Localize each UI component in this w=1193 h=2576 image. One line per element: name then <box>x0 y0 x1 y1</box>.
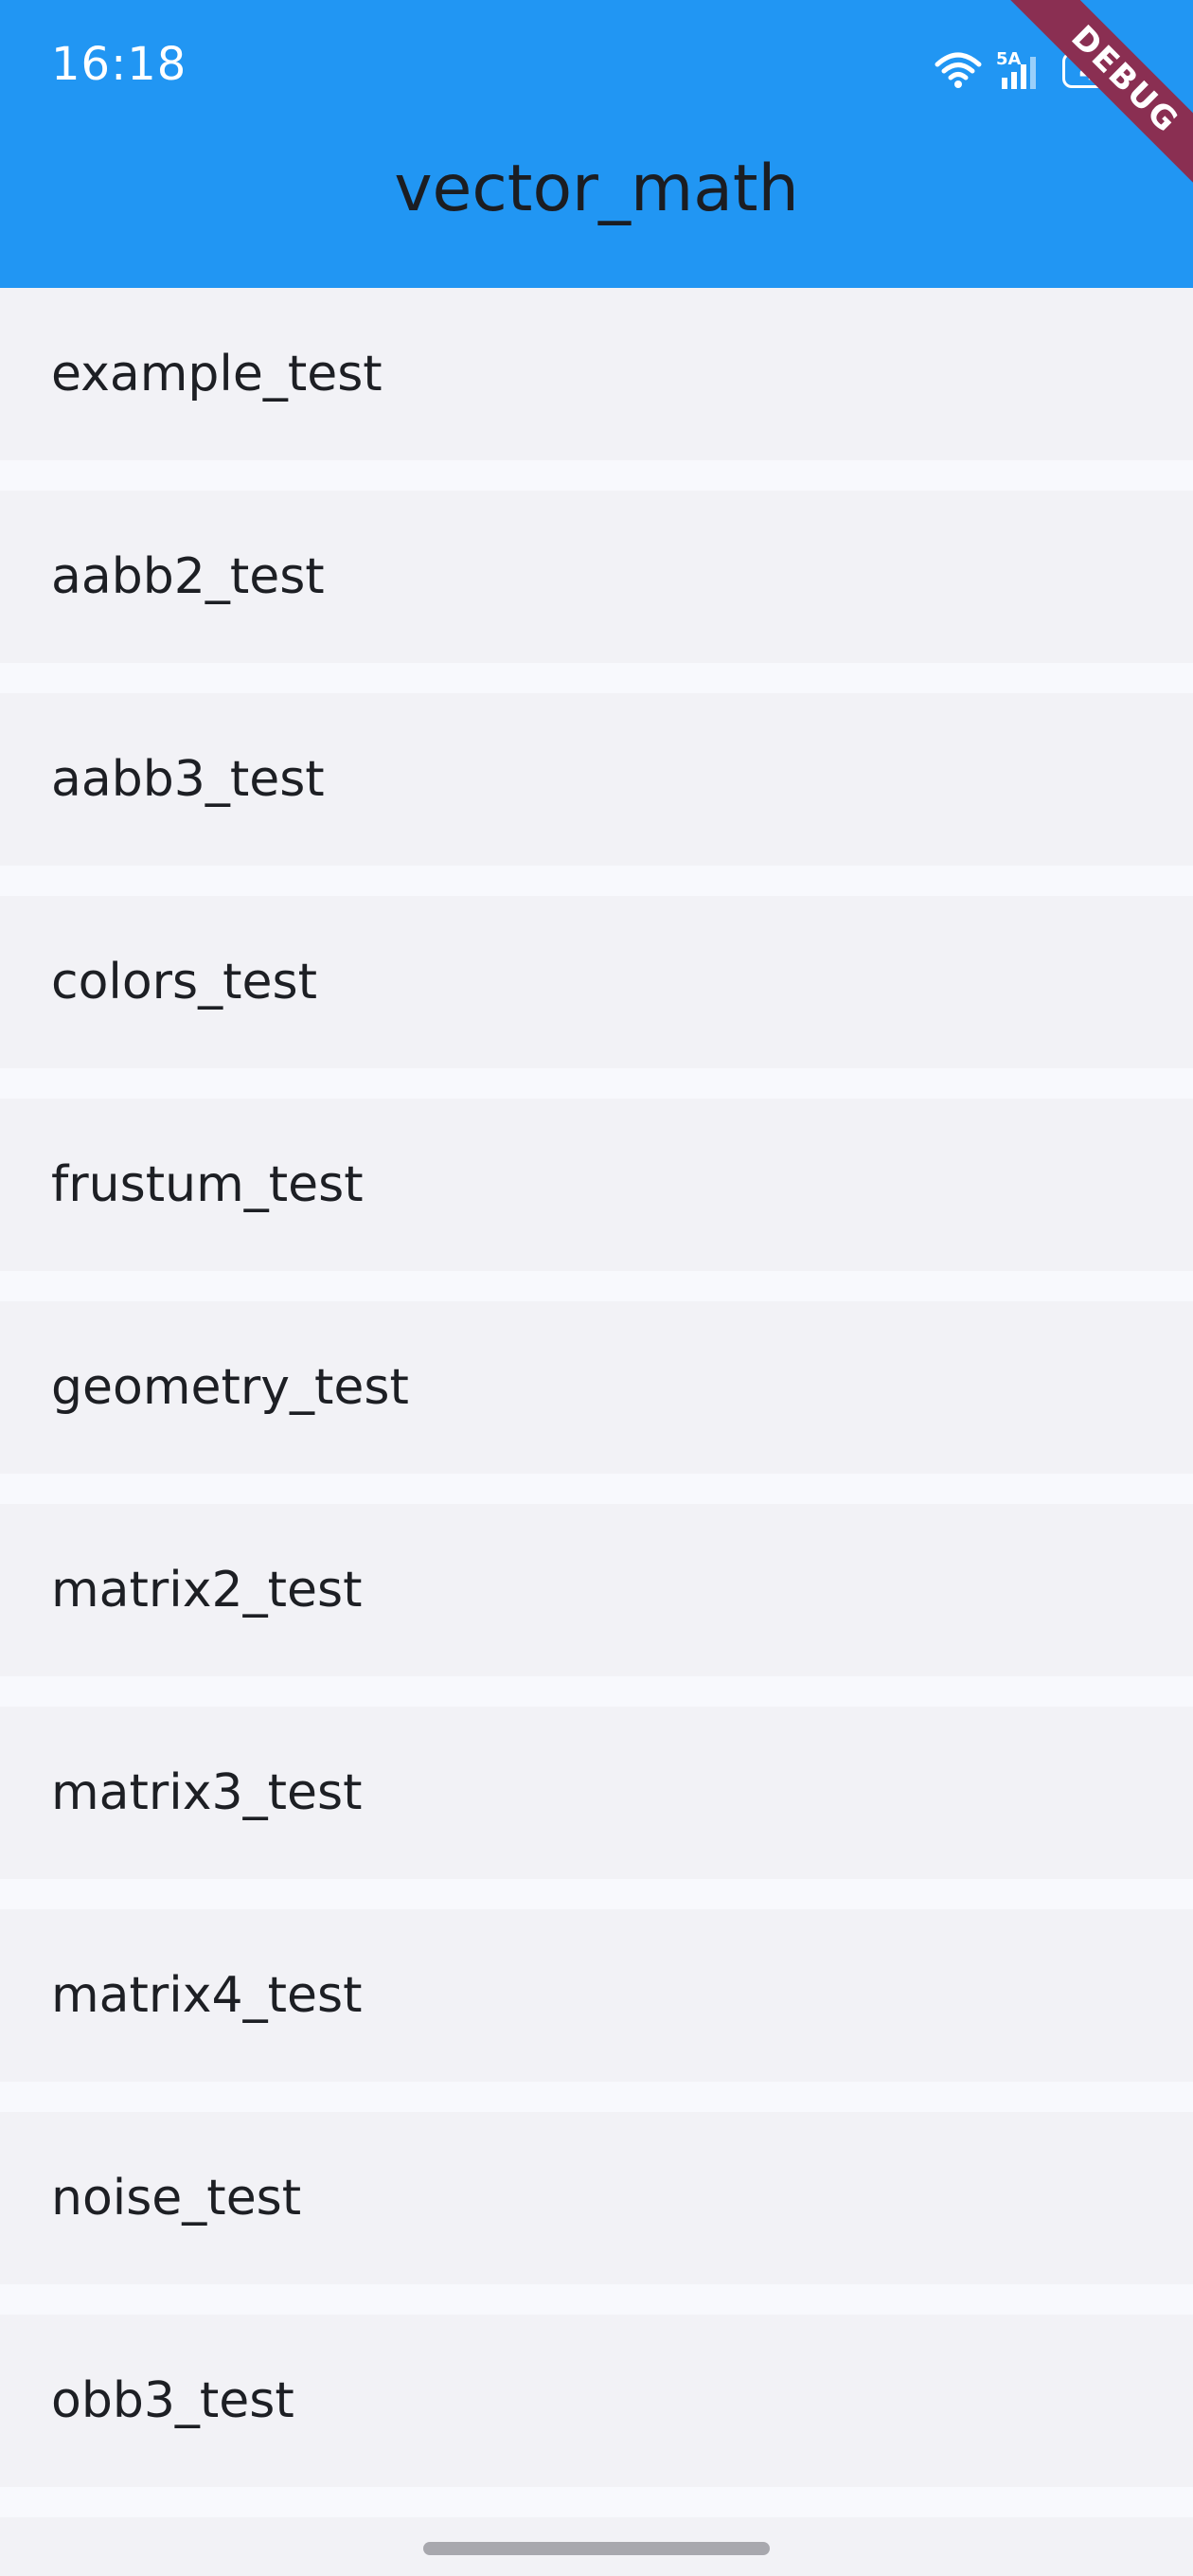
list-item-label: matrix3_test <box>51 1764 363 1821</box>
list-item-label: matrix2_test <box>51 1562 363 1619</box>
list-item-matrix4-test[interactable]: matrix4_test <box>0 1909 1193 2082</box>
list-item-label: noise_test <box>51 2170 302 2227</box>
list-item-label: example_test <box>51 346 383 402</box>
home-indicator[interactable] <box>423 2542 770 2555</box>
list-item-matrix3-test[interactable]: matrix3_test <box>0 1707 1193 1879</box>
list-item-label: aabb3_test <box>51 751 325 808</box>
screen: 16:18 5A 45 vector_math DEBUG example_te <box>0 0 1193 2576</box>
list-item-label: obb3_test <box>51 2372 294 2429</box>
list-item-noise-test[interactable]: noise_test <box>0 2112 1193 2284</box>
list-item-label: colors_test <box>51 954 317 1011</box>
list-item-matrix2-test[interactable]: matrix2_test <box>0 1504 1193 1676</box>
list-item-label: aabb2_test <box>51 548 325 605</box>
list-item-label: matrix4_test <box>51 1967 363 2024</box>
cellular-signal-icon: 5A <box>996 49 1036 89</box>
list-item-geometry-test[interactable]: geometry_test <box>0 1301 1193 1474</box>
list-item-label: frustum_test <box>51 1156 364 1213</box>
list-item-aabb2-test[interactable]: aabb2_test <box>0 491 1193 663</box>
app-bar: 16:18 5A 45 vector_math <box>0 0 1193 288</box>
list-item-colors-test[interactable]: colors_test <box>0 896 1193 1068</box>
wifi-icon <box>935 52 982 88</box>
list-item-label: geometry_test <box>51 1359 409 1416</box>
page-title: vector_math <box>394 152 799 226</box>
list-item-example-test[interactable]: example_test <box>0 288 1193 460</box>
list-item-obb3-test[interactable]: obb3_test <box>0 2315 1193 2487</box>
status-time: 16:18 <box>51 38 187 91</box>
list-item-aabb3-test[interactable]: aabb3_test <box>0 693 1193 866</box>
list-item-frustum-test[interactable]: frustum_test <box>0 1099 1193 1271</box>
network-type-label: 5A <box>996 49 1022 69</box>
